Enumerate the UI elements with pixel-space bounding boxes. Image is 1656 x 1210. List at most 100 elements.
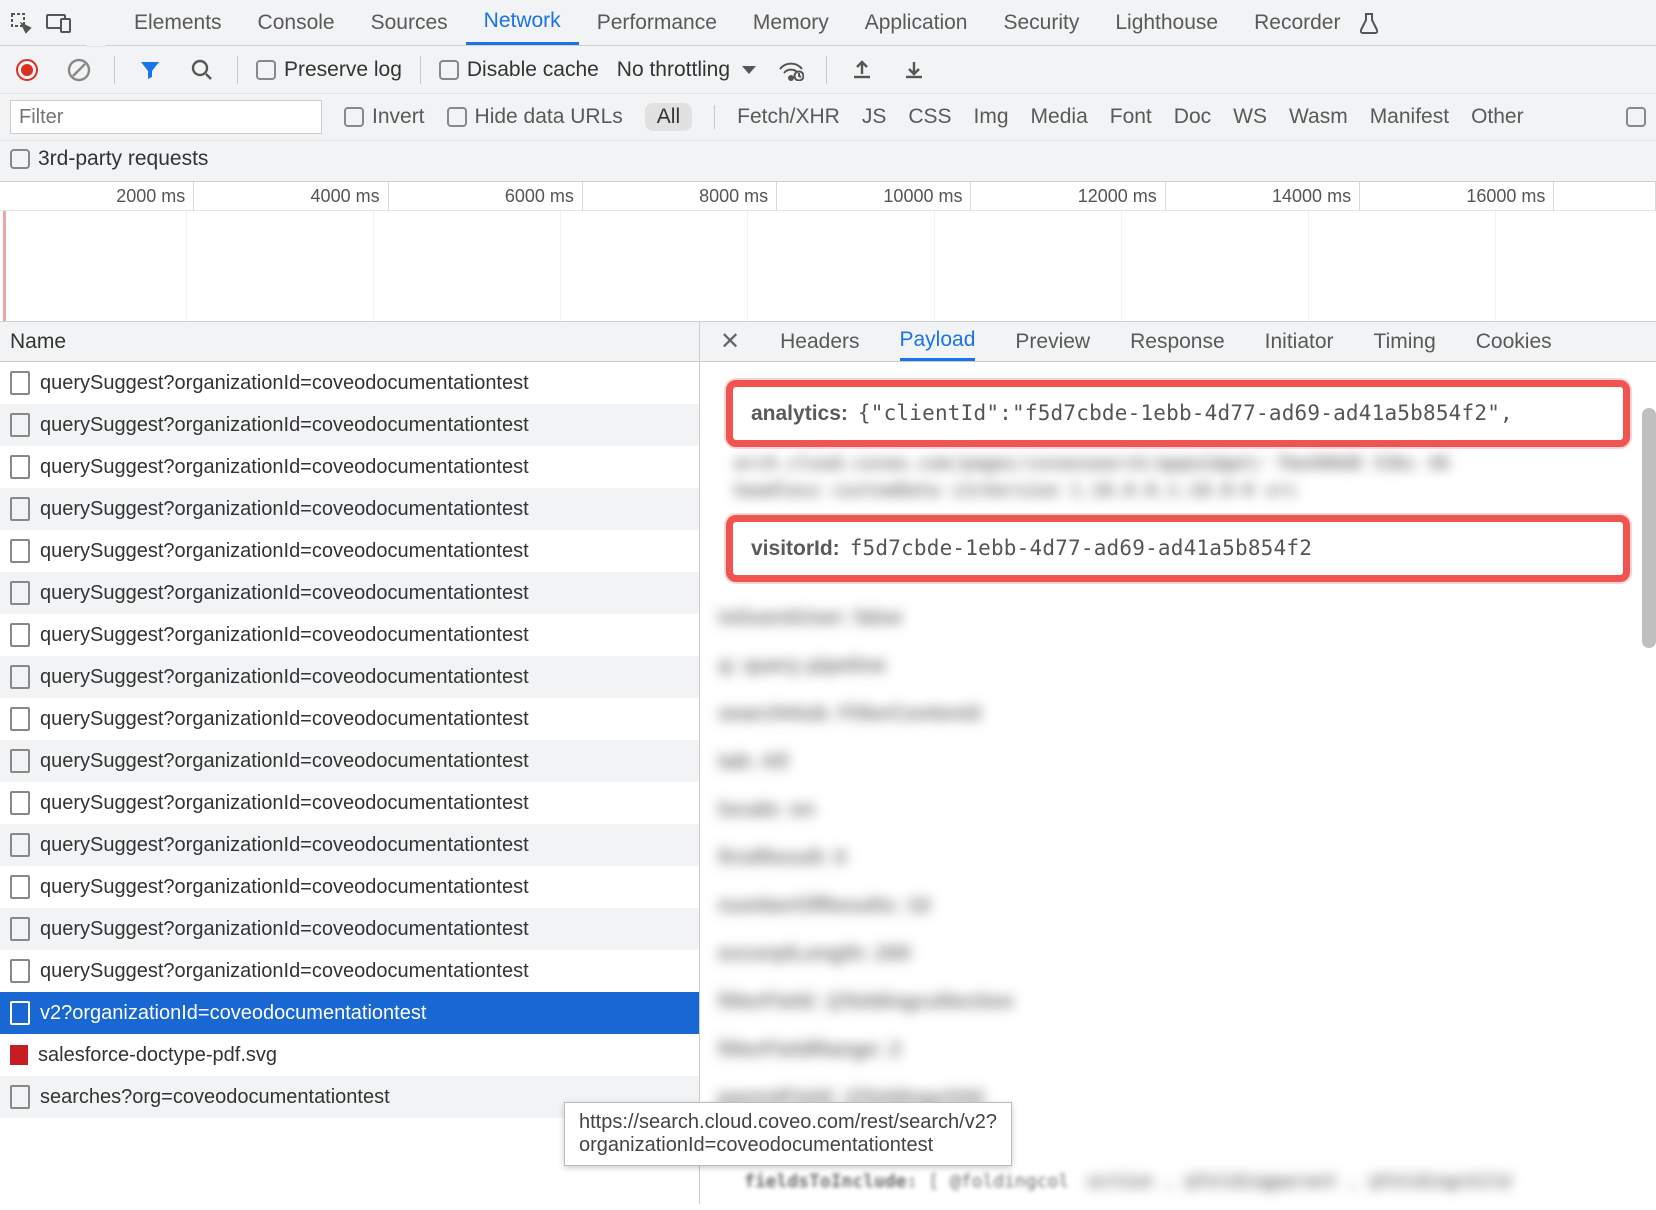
- timeline-tick: 16000 ms: [1360, 182, 1554, 210]
- request-row[interactable]: querySuggest?organizationId=coveodocumen…: [0, 656, 699, 698]
- request-row[interactable]: querySuggest?organizationId=coveodocumen…: [0, 782, 699, 824]
- panel-tab-memory[interactable]: Memory: [735, 0, 847, 45]
- filter-type-fetchxhr[interactable]: Fetch/XHR: [737, 105, 840, 129]
- request-row[interactable]: salesforce-doctype-pdf.svg: [0, 1034, 699, 1076]
- search-icon[interactable]: [185, 53, 219, 87]
- panel-tab-performance[interactable]: Performance: [579, 0, 735, 45]
- filter-type-doc[interactable]: Doc: [1174, 105, 1211, 129]
- request-row[interactable]: querySuggest?organizationId=coveodocumen…: [0, 866, 699, 908]
- document-icon: [10, 835, 30, 855]
- close-icon[interactable]: ✕: [714, 327, 746, 356]
- filter-toggle-icon[interactable]: [133, 53, 167, 87]
- document-icon: [10, 877, 30, 897]
- panel-tab-application[interactable]: Application: [847, 0, 986, 45]
- panel-tab-lighthouse[interactable]: Lighthouse: [1097, 0, 1236, 45]
- detail-tab-cookies[interactable]: Cookies: [1476, 322, 1552, 361]
- filter-input[interactable]: [10, 100, 322, 134]
- timeline-tick: 4000 ms: [194, 182, 388, 210]
- trailing-checkbox[interactable]: [1626, 107, 1646, 127]
- document-icon: [10, 1003, 30, 1023]
- request-row[interactable]: querySuggest?organizationId=coveodocumen…: [0, 488, 699, 530]
- panel-tab-sources[interactable]: Sources: [353, 0, 466, 45]
- clear-button[interactable]: [62, 53, 96, 87]
- request-name: querySuggest?organizationId=coveodocumen…: [40, 540, 529, 563]
- filter-type-all[interactable]: All: [645, 103, 692, 131]
- third-party-checkbox[interactable]: 3rd-party requests: [10, 147, 208, 171]
- url-tooltip: https://search.cloud.coveo.com/rest/sear…: [564, 1102, 1012, 1166]
- request-row[interactable]: querySuggest?organizationId=coveodocumen…: [0, 446, 699, 488]
- network-filter-bar-2: 3rd-party requests: [0, 141, 1656, 182]
- visitorid-key: visitorId:: [751, 537, 840, 561]
- request-row[interactable]: querySuggest?organizationId=coveodocumen…: [0, 950, 699, 992]
- document-icon: [10, 793, 30, 813]
- document-icon: [10, 751, 30, 771]
- recorder-flask-icon: [1352, 6, 1386, 40]
- request-name: querySuggest?organizationId=coveodocumen…: [40, 834, 529, 857]
- import-har-icon[interactable]: [845, 53, 879, 87]
- request-row[interactable]: v2?organizationId=coveodocumentationtest: [0, 992, 699, 1034]
- request-row[interactable]: querySuggest?organizationId=coveodocumen…: [0, 824, 699, 866]
- filter-type-media[interactable]: Media: [1031, 105, 1088, 129]
- request-name: querySuggest?organizationId=coveodocumen…: [40, 666, 529, 689]
- inspect-element-icon[interactable]: [4, 6, 38, 40]
- request-name: querySuggest?organizationId=coveodocumen…: [40, 372, 529, 395]
- devtools-panel-tabs: ElementsConsoleSourcesNetworkPerformance…: [0, 0, 1656, 46]
- request-row[interactable]: querySuggest?organizationId=coveodocumen…: [0, 614, 699, 656]
- document-icon: [10, 583, 30, 603]
- filter-type-ws[interactable]: WS: [1233, 105, 1267, 129]
- panel-tab-console[interactable]: Console: [240, 0, 353, 45]
- detail-tab-response[interactable]: Response: [1130, 322, 1225, 361]
- filter-type-js[interactable]: JS: [862, 105, 887, 129]
- panel-tab-elements[interactable]: Elements: [116, 0, 240, 45]
- request-name: querySuggest?organizationId=coveodocumen…: [40, 498, 529, 521]
- request-list-header[interactable]: Name: [0, 322, 699, 362]
- document-icon: [10, 541, 30, 561]
- network-main-split: Name querySuggest?organizationId=coveodo…: [0, 322, 1656, 1204]
- detail-tab-timing[interactable]: Timing: [1374, 322, 1436, 361]
- panel-tab-recorder[interactable]: Recorder: [1236, 0, 1358, 45]
- detail-tab-headers[interactable]: Headers: [780, 322, 859, 361]
- detail-tab-initiator[interactable]: Initiator: [1265, 322, 1334, 361]
- document-icon: [10, 919, 30, 939]
- hide-data-urls-checkbox[interactable]: Hide data URLs: [447, 105, 623, 129]
- detail-tab-preview[interactable]: Preview: [1015, 322, 1090, 361]
- network-conditions-icon[interactable]: [774, 53, 808, 87]
- document-icon: [10, 961, 30, 981]
- filter-type-img[interactable]: Img: [974, 105, 1009, 129]
- request-row[interactable]: querySuggest?organizationId=coveodocumen…: [0, 404, 699, 446]
- analytics-value: {"clientId":"f5d7cbde-1ebb-4d77-ad69-ad4…: [858, 401, 1513, 425]
- request-row[interactable]: querySuggest?organizationId=coveodocumen…: [0, 908, 699, 950]
- scrollbar[interactable]: [1642, 408, 1656, 648]
- document-icon: [10, 667, 30, 687]
- panel-tab-security[interactable]: Security: [985, 0, 1097, 45]
- detail-tabs: ✕ Headers Payload Preview Response Initiator…: [700, 322, 1656, 362]
- preserve-log-checkbox[interactable]: Preserve log: [256, 58, 402, 82]
- invert-checkbox[interactable]: Invert: [344, 105, 425, 129]
- request-row[interactable]: querySuggest?organizationId=coveodocumen…: [0, 698, 699, 740]
- highlighted-visitorid-row: visitorId: f5d7cbde-1ebb-4d77-ad69-ad41a…: [726, 515, 1630, 582]
- export-har-icon[interactable]: [897, 53, 931, 87]
- record-button[interactable]: [10, 53, 44, 87]
- request-row[interactable]: querySuggest?organizationId=coveodocumen…: [0, 740, 699, 782]
- filter-type-css[interactable]: CSS: [908, 105, 951, 129]
- filter-type-font[interactable]: Font: [1110, 105, 1152, 129]
- device-toggle-icon[interactable]: [42, 6, 76, 40]
- request-details: ✕ Headers Payload Preview Response Initiator…: [700, 322, 1656, 1204]
- request-row[interactable]: querySuggest?organizationId=coveodocumen…: [0, 362, 699, 404]
- filter-type-other[interactable]: Other: [1471, 105, 1524, 129]
- timeline-tick: 2000 ms: [0, 182, 194, 210]
- disable-cache-checkbox[interactable]: Disable cache: [439, 58, 599, 82]
- panel-tab-network[interactable]: Network: [466, 0, 579, 45]
- request-name: querySuggest?organizationId=coveodocumen…: [40, 456, 529, 479]
- throttling-select[interactable]: No throttling: [617, 58, 756, 82]
- detail-tab-payload[interactable]: Payload: [900, 322, 976, 361]
- request-name: v2?organizationId=coveodocumentationtest: [40, 1002, 426, 1025]
- timeline-tick: 12000 ms: [971, 182, 1165, 210]
- filter-type-wasm[interactable]: Wasm: [1289, 105, 1348, 129]
- filter-type-manifest[interactable]: Manifest: [1370, 105, 1449, 129]
- request-row[interactable]: querySuggest?organizationId=coveodocumen…: [0, 530, 699, 572]
- document-icon: [10, 1087, 30, 1107]
- request-row[interactable]: querySuggest?organizationId=coveodocumen…: [0, 572, 699, 614]
- network-timeline[interactable]: 2000 ms4000 ms6000 ms8000 ms10000 ms1200…: [0, 182, 1656, 322]
- request-name: querySuggest?organizationId=coveodocumen…: [40, 708, 529, 731]
